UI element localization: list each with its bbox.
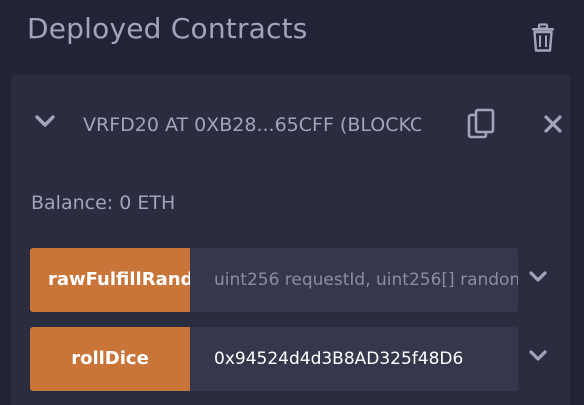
- rolldice-button[interactable]: rollDice: [30, 327, 190, 391]
- deployed-contracts-panel: Deployed Contracts VRFD20 AT 0XB28...65C…: [0, 0, 584, 405]
- function-row-rolldice: rollDice: [30, 327, 518, 391]
- trash-icon[interactable]: [529, 23, 557, 53]
- section-title: Deployed Contracts: [27, 12, 308, 45]
- chevron-down-icon[interactable]: [528, 270, 548, 284]
- chevron-down-icon[interactable]: [528, 349, 548, 363]
- copy-icon[interactable]: [466, 108, 496, 140]
- chevron-down-icon[interactable]: [34, 114, 56, 130]
- balance-label: Balance: 0 ETH: [31, 192, 176, 214]
- contract-title: VRFD20 AT 0XB28...65CFF (BLOCKCHAIN): [83, 114, 421, 136]
- rawfulfillrandomness-args-input[interactable]: [190, 248, 518, 312]
- rolldice-address-input[interactable]: [190, 327, 518, 391]
- function-row-rawfulfillrandomness: rawFulfillRandomness: [30, 248, 518, 312]
- rawfulfillrandomness-button[interactable]: rawFulfillRandomness: [30, 248, 190, 312]
- close-icon[interactable]: [544, 115, 562, 133]
